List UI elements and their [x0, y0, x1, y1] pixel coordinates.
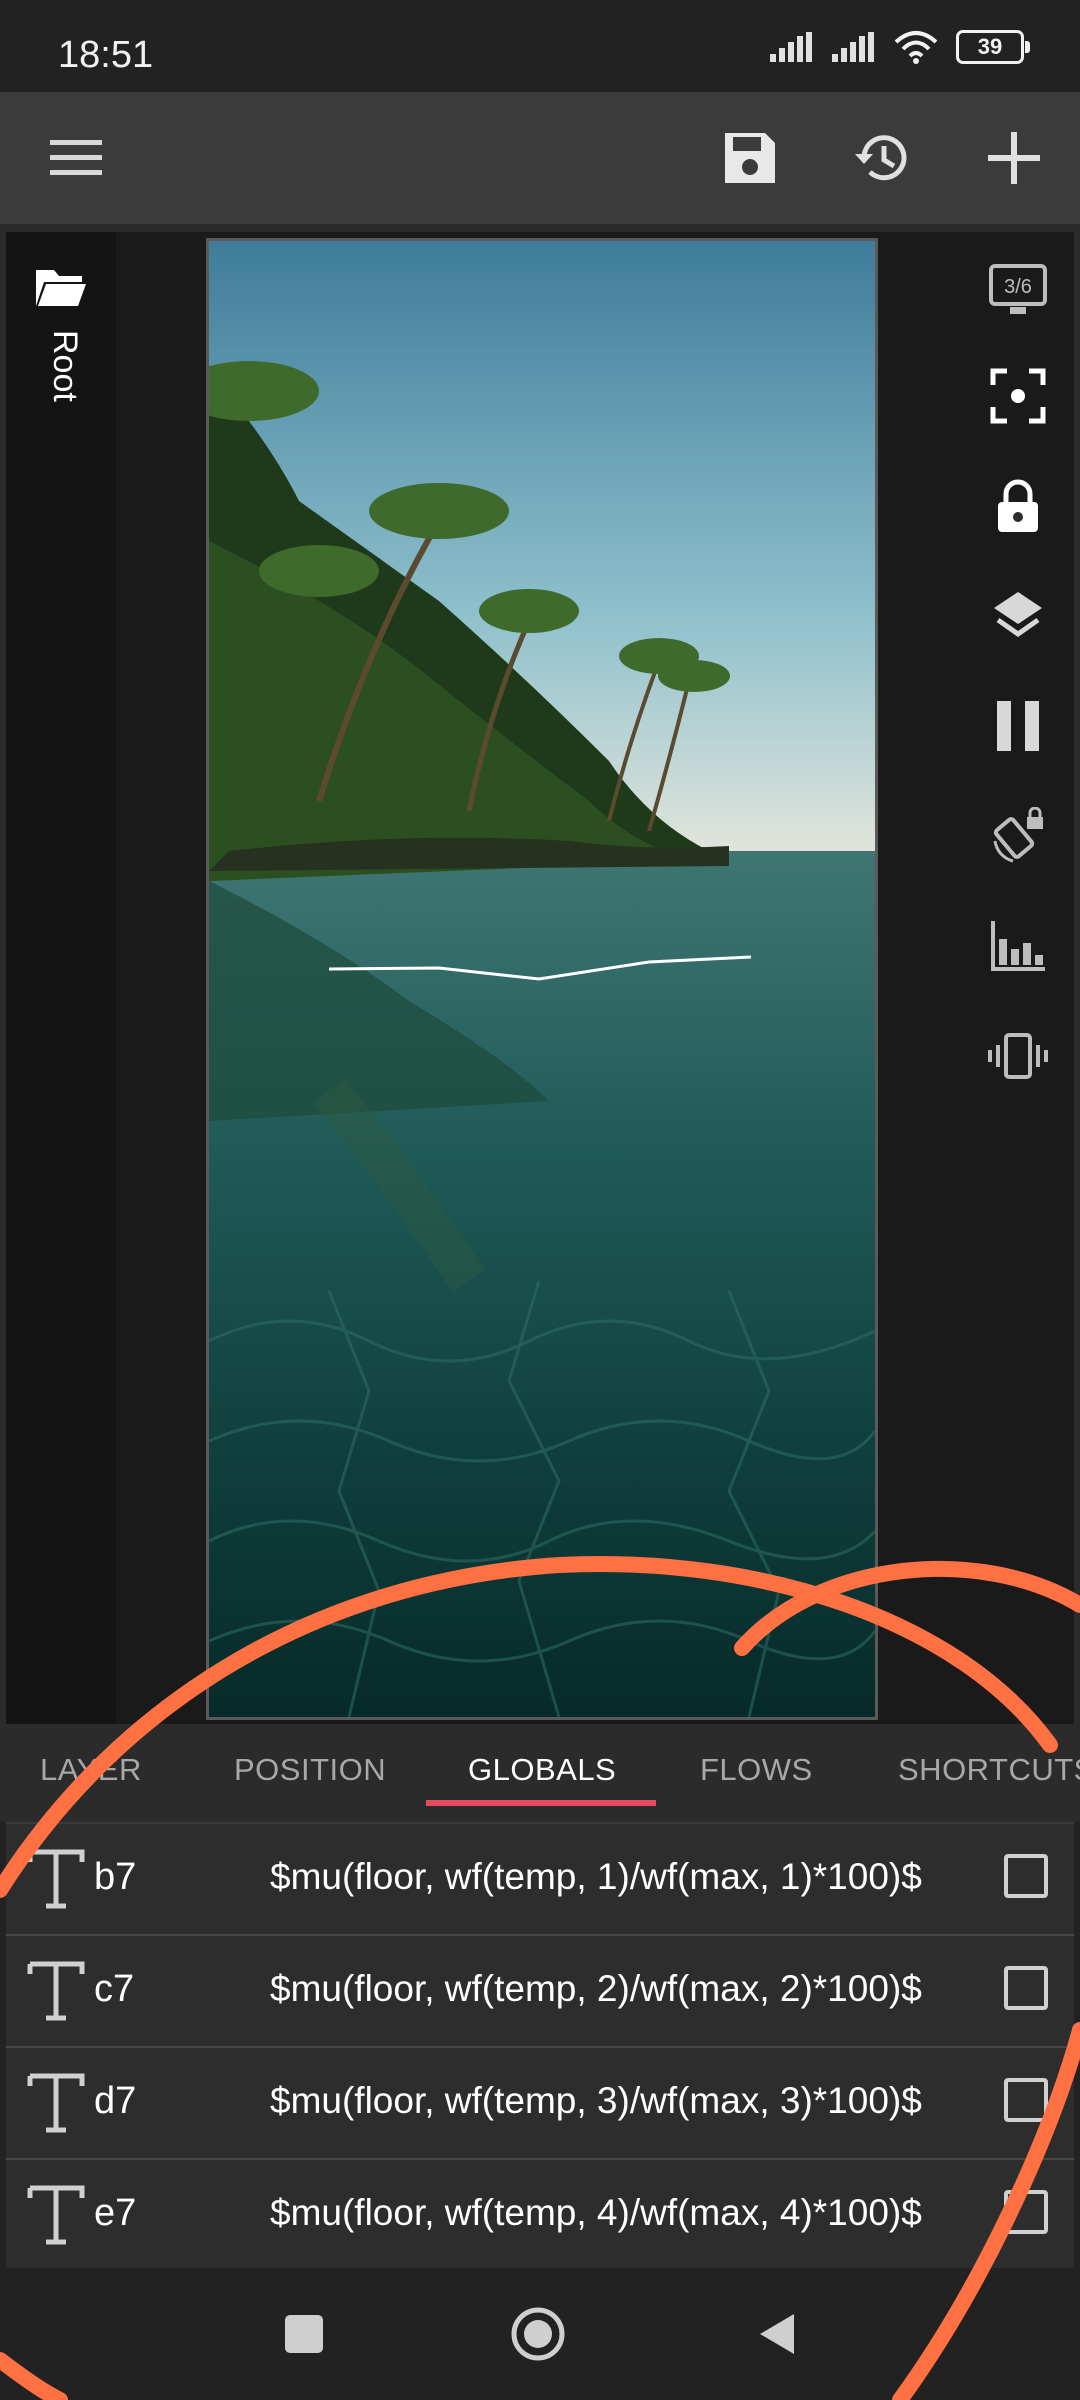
global-name: b7: [94, 1856, 137, 1898]
global-checkbox[interactable]: [1004, 2078, 1048, 2122]
chart-button[interactable]: [980, 908, 1056, 984]
battery-icon: 39: [956, 30, 1030, 64]
tropical-scene-image: [209, 241, 875, 1717]
focus-icon: [990, 368, 1046, 424]
save-icon: [725, 133, 775, 183]
add-button[interactable]: [976, 120, 1052, 196]
tab-globals[interactable]: GLOBALS: [468, 1752, 616, 1788]
menu-icon: [50, 140, 102, 175]
status-icons: 39: [770, 30, 1030, 64]
global-row[interactable]: e7 $mu(floor, wf(temp, 4)/wf(max, 4)*100…: [6, 2160, 1074, 2272]
pause-button[interactable]: [980, 688, 1056, 764]
chart-icon: [991, 921, 1045, 971]
global-row[interactable]: d7 $mu(floor, wf(temp, 3)/wf(max, 3)*100…: [6, 2048, 1074, 2160]
recents-button[interactable]: [272, 2302, 336, 2366]
global-row[interactable]: b7 $mu(floor, wf(temp, 1)/wf(max, 1)*100…: [6, 1824, 1074, 1936]
system-nav-bar: [0, 2268, 1080, 2400]
vibrate-button[interactable]: [980, 1018, 1056, 1094]
text-type-icon: [27, 1961, 85, 2021]
tab-layer[interactable]: LAYER: [40, 1752, 142, 1788]
pause-icon: [997, 701, 1039, 751]
signal-icon: [832, 32, 874, 62]
app-bar: [0, 92, 1080, 224]
wallpaper-preview[interactable]: [206, 238, 878, 1720]
text-type-icon: [27, 2185, 85, 2245]
layers-icon: [994, 592, 1042, 638]
status-bar: 18:51 39: [0, 0, 1080, 92]
tab-bar: LAYER POSITION GLOBALS FLOWS SHORTCUTS: [0, 1726, 1080, 1822]
global-checkbox[interactable]: [1004, 1854, 1048, 1898]
tab-flows[interactable]: FLOWS: [700, 1752, 813, 1788]
status-time: 18:51: [58, 34, 154, 76]
preview-counter-button[interactable]: 3/6: [980, 252, 1056, 328]
home-button[interactable]: [506, 2302, 570, 2366]
global-formula: $mu(floor, wf(temp, 3)/wf(max, 3)*100)$: [270, 2080, 922, 2121]
global-checkbox[interactable]: [1004, 2190, 1048, 2234]
global-formula: $mu(floor, wf(temp, 1)/wf(max, 1)*100)$: [270, 1856, 922, 1897]
global-name: d7: [94, 2080, 137, 2122]
vibrate-icon: [988, 1033, 1048, 1079]
globals-list: b7 $mu(floor, wf(temp, 1)/wf(max, 1)*100…: [6, 1824, 1074, 2272]
recents-icon: [285, 2315, 323, 2353]
add-icon: [988, 132, 1040, 184]
wifi-icon: [894, 31, 938, 64]
focus-button[interactable]: [980, 358, 1056, 434]
back-icon: [760, 2314, 794, 2354]
lock-button[interactable]: [980, 468, 1056, 544]
preview-screen-icon: 3/6: [989, 264, 1047, 314]
global-name: c7: [94, 1968, 135, 2010]
tab-position[interactable]: POSITION: [234, 1752, 386, 1788]
text-type-icon: [27, 1849, 85, 1909]
rotation-lock-icon: [993, 807, 1043, 863]
home-icon: [511, 2307, 565, 2361]
history-icon: [855, 135, 907, 181]
history-button[interactable]: [844, 120, 920, 196]
signal-icon: [770, 32, 812, 62]
folder-icon[interactable]: [34, 266, 88, 308]
root-label[interactable]: Root: [45, 330, 84, 402]
layers-button[interactable]: [980, 578, 1056, 654]
tab-shortcuts[interactable]: SHORTCUTS: [898, 1752, 1080, 1788]
global-formula: $mu(floor, wf(temp, 4)/wf(max, 4)*100)$: [270, 2192, 922, 2233]
lock-icon: [998, 479, 1038, 532]
global-row[interactable]: c7 $mu(floor, wf(temp, 2)/wf(max, 2)*100…: [6, 1936, 1074, 2048]
menu-button[interactable]: [38, 120, 114, 196]
left-panel: [6, 232, 116, 1724]
global-checkbox[interactable]: [1004, 1966, 1048, 2010]
global-name: e7: [94, 2192, 137, 2234]
save-button[interactable]: [712, 120, 788, 196]
text-type-icon: [27, 2073, 85, 2133]
back-button[interactable]: [744, 2302, 808, 2366]
rotation-lock-button[interactable]: [980, 798, 1056, 874]
preview-counter-text: 3/6: [1004, 276, 1032, 298]
active-tab-indicator: [426, 1800, 656, 1806]
global-formula: $mu(floor, wf(temp, 2)/wf(max, 2)*100)$: [270, 1968, 922, 2009]
